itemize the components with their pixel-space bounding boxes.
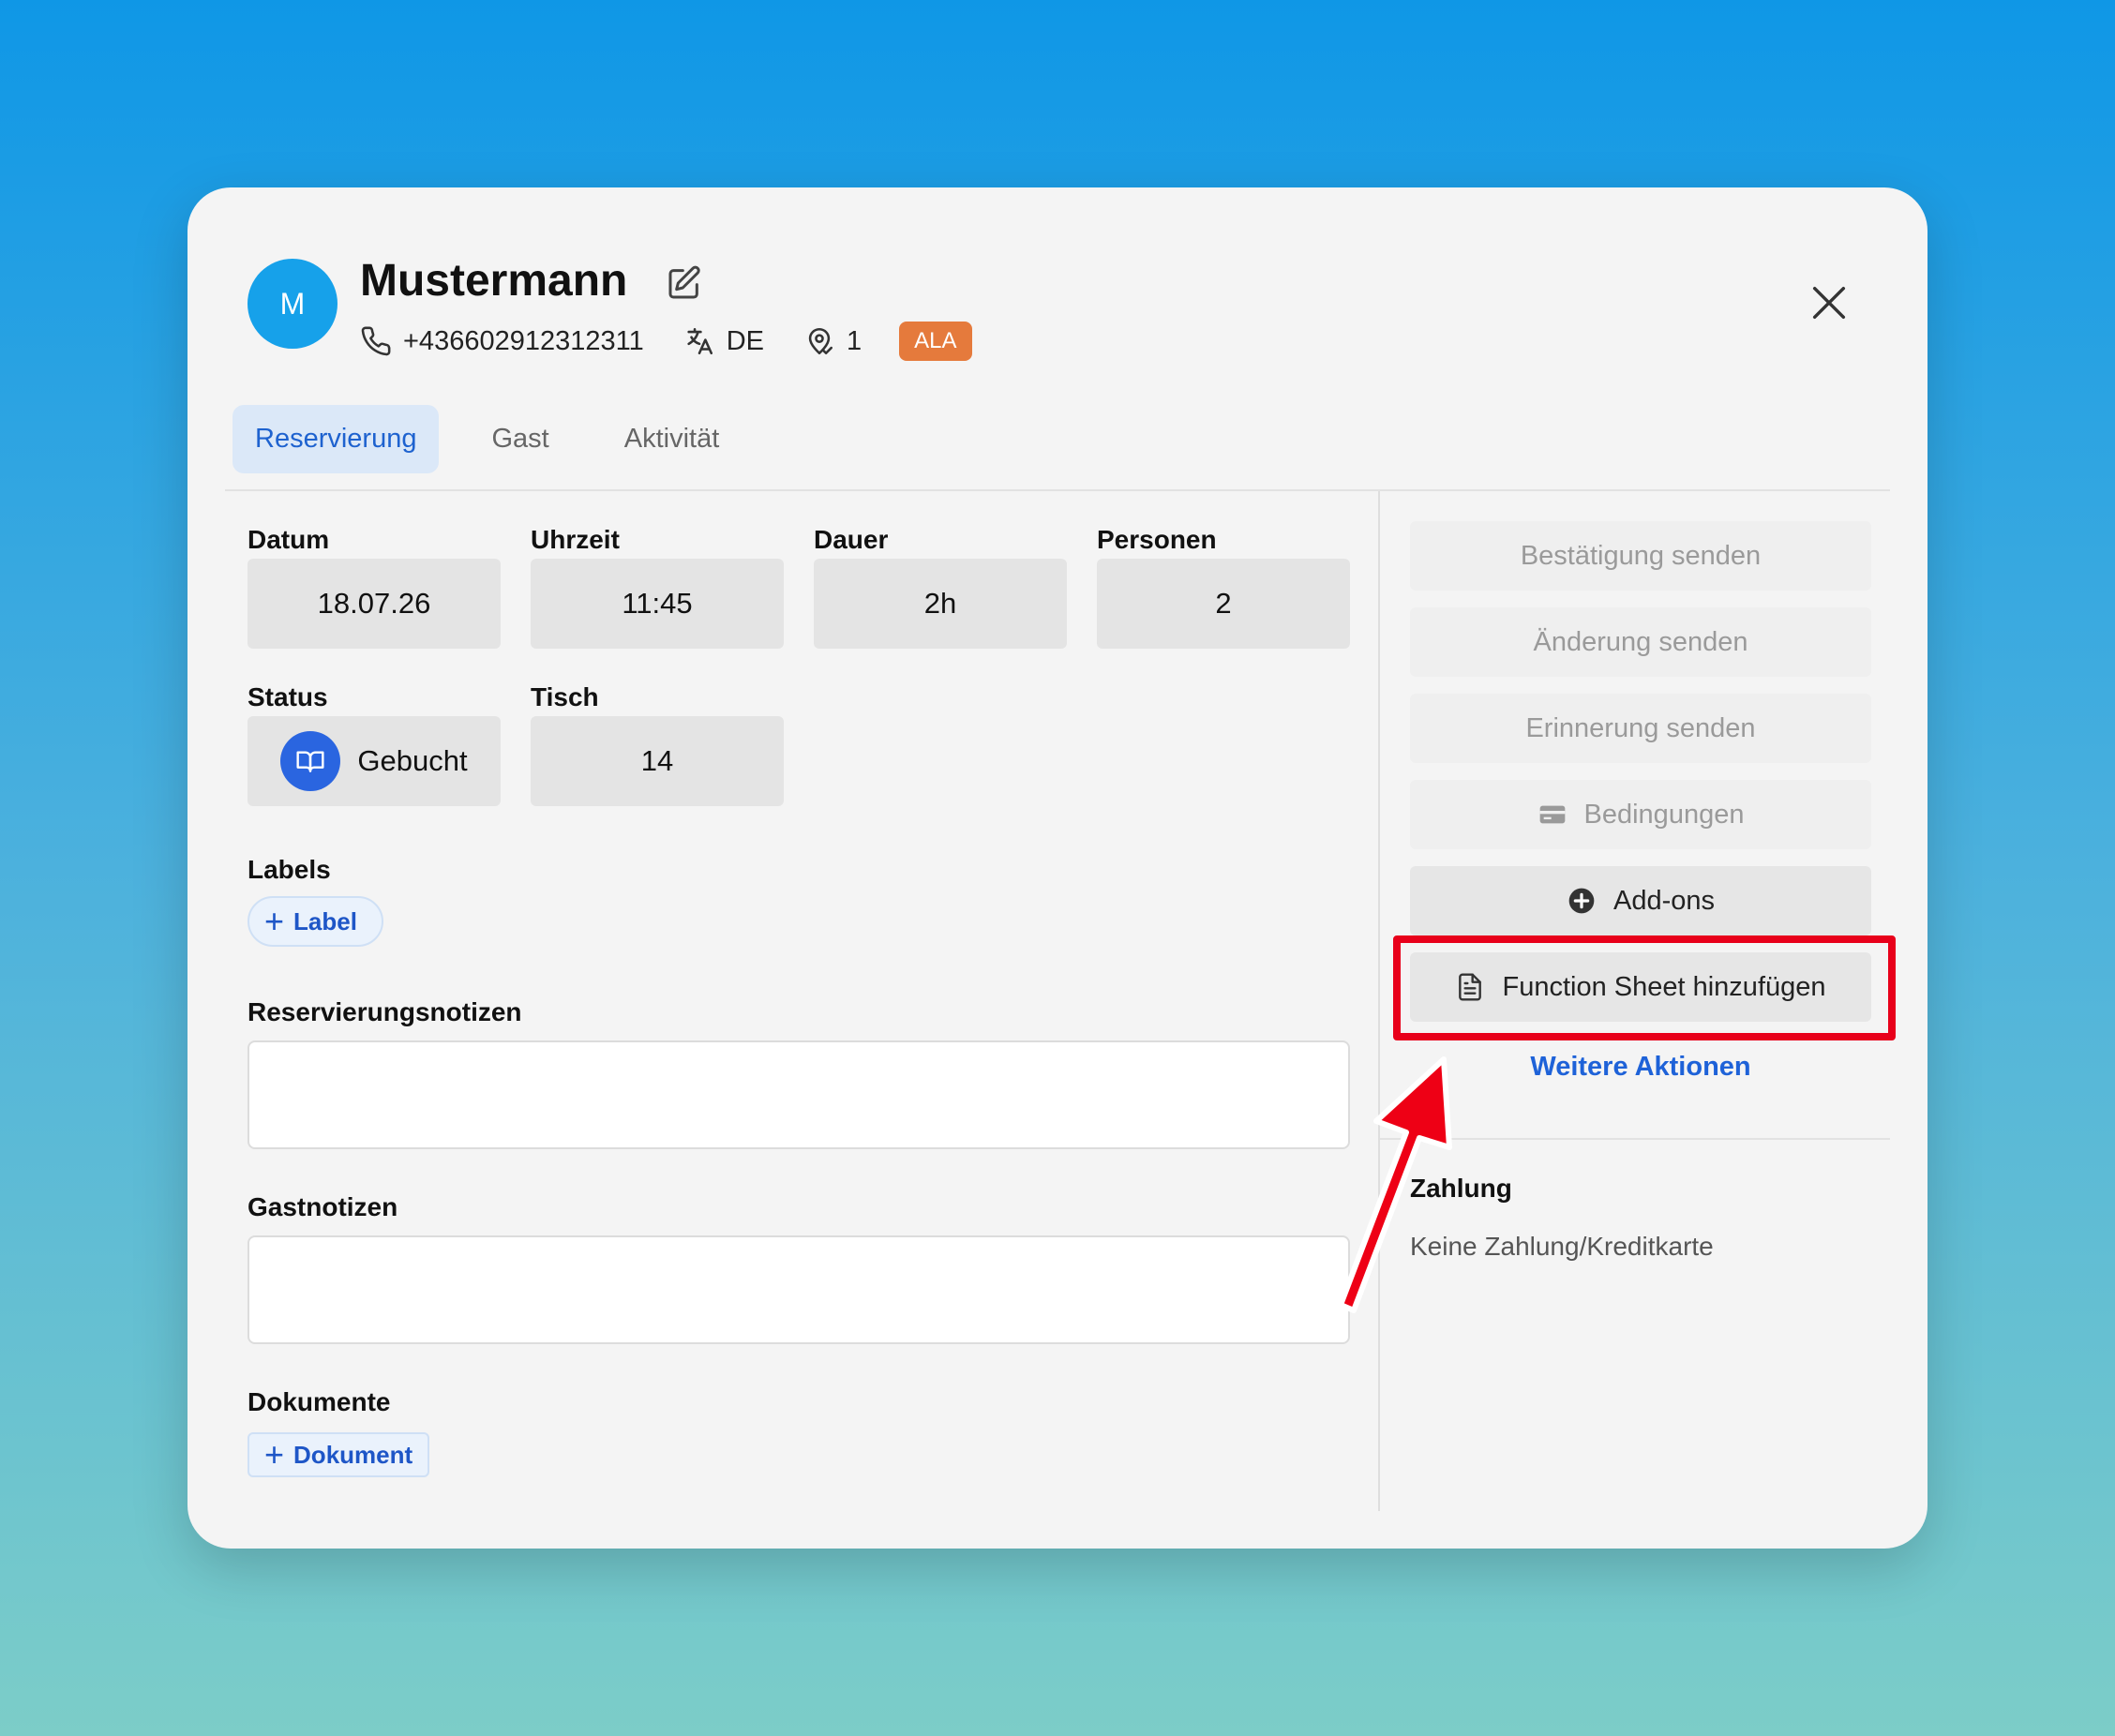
send-confirmation-button[interactable]: Bestätigung senden [1410, 521, 1871, 591]
reservation-notes-label: Reservierungsnotizen [248, 997, 522, 1026]
avatar: M [248, 259, 338, 349]
tab-reservierung[interactable]: Reservierung [232, 405, 440, 473]
guest-meta: +436602912312311 DE 1 ALA [360, 322, 972, 361]
translate-icon [687, 327, 712, 355]
persons-field[interactable]: 2 [1097, 559, 1350, 649]
time-field[interactable]: 11:45 [531, 559, 784, 649]
add-document-text: Dokument [293, 1440, 413, 1469]
location-check-icon [808, 327, 833, 355]
table-field[interactable]: 14 [531, 716, 784, 806]
tab-gast[interactable]: Gast [469, 405, 571, 473]
tab-aktivitaet[interactable]: Aktivität [602, 405, 742, 473]
divider [1380, 1138, 1890, 1140]
guest-name: Mustermann [360, 256, 628, 306]
plus-circle-icon [1568, 888, 1595, 914]
tab-bar: Reservierung Gast Aktivität [232, 405, 772, 473]
reservation-modal: M Mustermann +436602912312311 DE 1 ALA R… [188, 187, 1928, 1549]
location-count: 1 [847, 325, 862, 356]
status-value: Gebucht [357, 744, 468, 777]
language-code: DE [726, 325, 765, 356]
labels-label: Labels [248, 855, 331, 884]
book-icon [280, 731, 341, 791]
phone-icon [361, 326, 391, 356]
persons-label: Personen [1097, 525, 1217, 554]
guest-notes-input[interactable] [248, 1235, 1350, 1344]
status-label: Status [248, 682, 328, 711]
addons-label: Add-ons [1612, 885, 1715, 916]
add-label-text: Label [293, 906, 357, 935]
highlight-box [1393, 935, 1896, 1040]
guest-badge: ALA [899, 322, 972, 361]
conditions-button[interactable]: Bedingungen [1410, 780, 1871, 849]
plus-icon: + [264, 902, 285, 940]
send-confirmation-label: Bestätigung senden [1520, 540, 1762, 571]
payment-text: Keine Zahlung/Kreditkarte [1410, 1232, 1714, 1261]
close-icon[interactable] [1808, 281, 1851, 324]
send-change-label: Änderung senden [1533, 626, 1748, 657]
table-label: Tisch [531, 682, 599, 711]
plus-icon: + [264, 1435, 285, 1474]
date-field[interactable]: 18.07.26 [248, 559, 501, 649]
date-label: Datum [248, 525, 330, 554]
duration-label: Dauer [814, 525, 889, 554]
guest-notes-label: Gastnotizen [248, 1192, 398, 1221]
documents-label: Dokumente [248, 1387, 391, 1416]
payment-title: Zahlung [1410, 1174, 1512, 1203]
send-reminder-label: Erinnerung senden [1525, 712, 1756, 743]
conditions-label: Bedingungen [1583, 799, 1745, 830]
time-label: Uhrzeit [531, 525, 620, 554]
send-reminder-button[interactable]: Erinnerung senden [1410, 694, 1871, 763]
add-document-button[interactable]: + Dokument [248, 1432, 430, 1477]
credit-card-icon [1539, 805, 1565, 824]
phone-number[interactable]: +436602912312311 [403, 326, 644, 357]
reservation-details: Datum 18.07.26 Uhrzeit 11:45 Dauer 2h Pe… [225, 491, 1378, 1511]
edit-icon[interactable] [666, 264, 703, 302]
reservation-notes-input[interactable] [248, 1040, 1350, 1149]
more-actions-link[interactable]: Weitere Aktionen [1410, 1052, 1871, 1083]
add-label-button[interactable]: + Label [248, 896, 383, 947]
send-change-button[interactable]: Änderung senden [1410, 607, 1871, 677]
status-field[interactable]: Gebucht [248, 716, 501, 806]
duration-field[interactable]: 2h [814, 559, 1067, 649]
addons-button[interactable]: Add-ons [1410, 866, 1871, 935]
